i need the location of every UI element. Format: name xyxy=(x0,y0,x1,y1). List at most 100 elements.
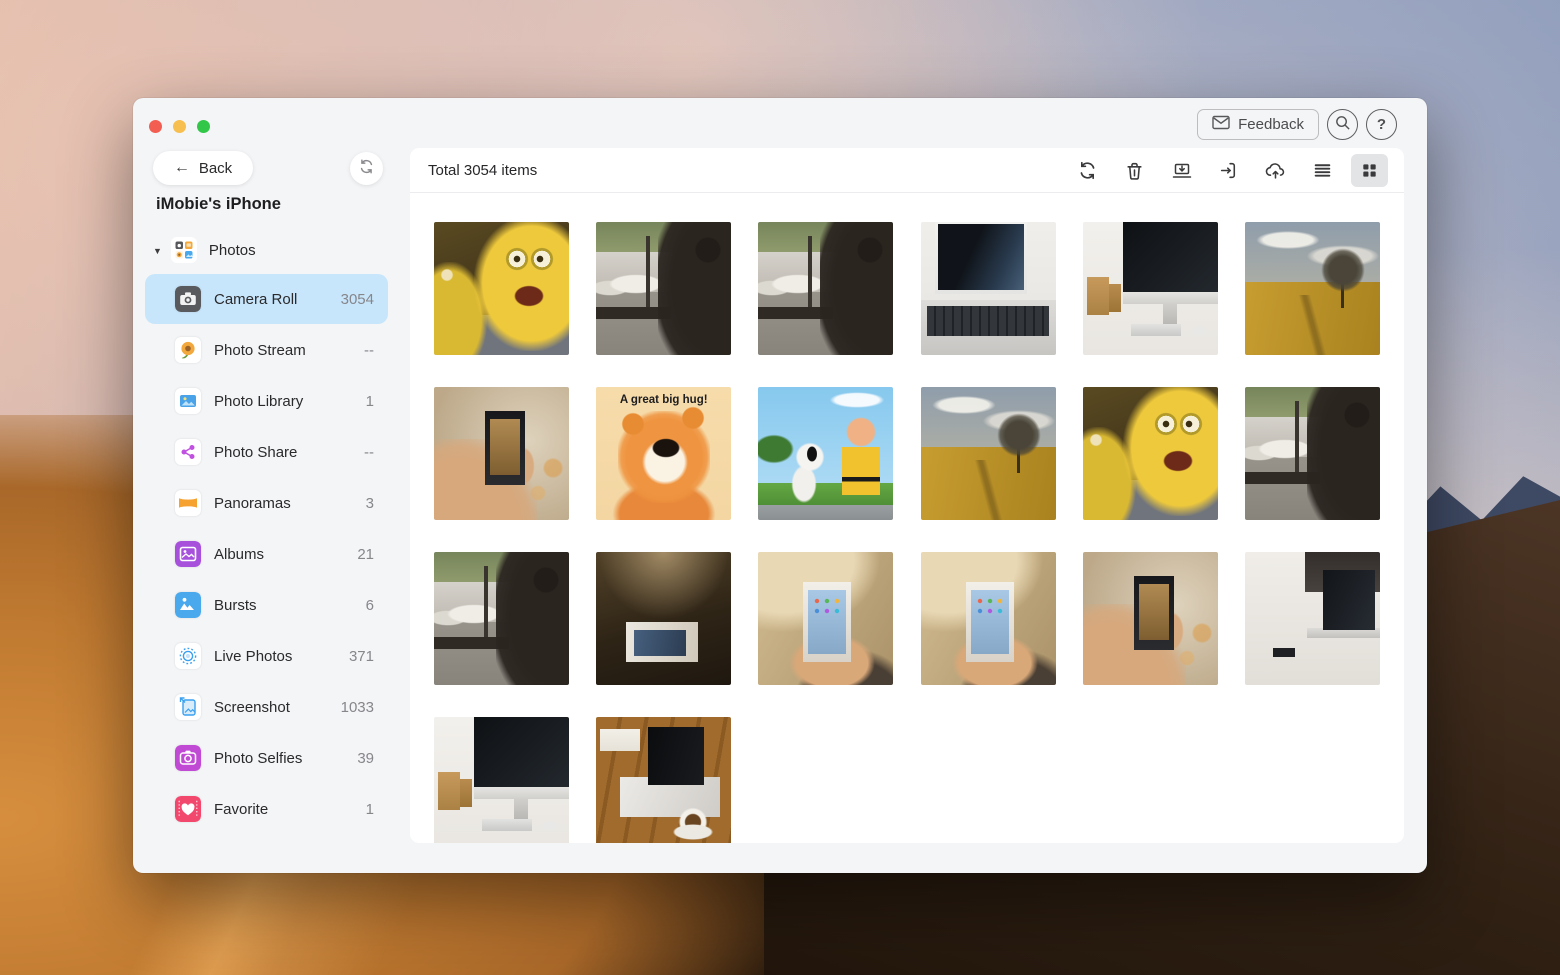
albums-icon xyxy=(175,541,201,567)
feedback-button[interactable]: Feedback xyxy=(1197,109,1319,140)
photo-stream-icon xyxy=(175,337,201,363)
woman-at-cafe-photo[interactable] xyxy=(434,552,569,685)
teddy-bear-card-photo[interactable]: A great big hug! xyxy=(596,387,731,520)
delete-button[interactable] xyxy=(1116,154,1153,187)
camera-roll-icon xyxy=(175,286,201,312)
iphone-home-screen-in-hand-photo[interactable] xyxy=(921,552,1056,685)
help-button[interactable]: ? xyxy=(1366,109,1397,140)
sidebar-item-panoramas[interactable]: Panoramas3 xyxy=(145,478,388,528)
grid-view-button[interactable] xyxy=(1351,154,1388,187)
device-name: iMobie's iPhone xyxy=(156,195,281,214)
sidebar-item-screenshot[interactable]: Screenshot 1033 xyxy=(145,682,388,732)
download-to-computer-icon xyxy=(1171,160,1193,181)
upload-to-cloud-icon xyxy=(1264,160,1287,181)
imac-on-desk-photo[interactable] xyxy=(1083,222,1218,355)
sidebar-item-photo-library[interactable]: Photo Library1 xyxy=(145,376,388,426)
snoopy-and-charlie-brown-photo[interactable] xyxy=(758,387,893,520)
sync-icon xyxy=(1077,160,1098,181)
search-icon xyxy=(1334,114,1351,135)
woman-at-cafe-photo[interactable] xyxy=(1245,387,1380,520)
macbook-laptop-photo[interactable] xyxy=(921,222,1056,355)
bursts-icon xyxy=(175,592,201,618)
sidebar-section-label: Photos xyxy=(209,242,256,259)
search-button[interactable] xyxy=(1327,109,1358,140)
macbook-on-white-desk-photo[interactable] xyxy=(1245,552,1380,685)
delete-icon xyxy=(1124,160,1145,181)
sidebar-item-list: Camera Roll 3054 Photo Stream -- Photo Libra… xyxy=(145,274,388,835)
sidebar-item-label: Photo Stream xyxy=(214,342,306,359)
content-header: Total 3054 items xyxy=(410,148,1404,193)
favorite-icon xyxy=(175,796,201,822)
sidebar-item-photo-share[interactable]: Photo Share -- xyxy=(145,427,388,477)
download-to-computer-button[interactable] xyxy=(1163,154,1200,187)
sidebar-item-count: 1033 xyxy=(341,699,374,716)
sidebar-item-label: Photo Share xyxy=(214,444,297,461)
sidebar-item-count: 371 xyxy=(349,648,374,665)
toolbar xyxy=(1069,154,1388,187)
panoramas-icon xyxy=(175,490,201,516)
minions-photo[interactable] xyxy=(434,222,569,355)
sidebar-section-photos[interactable]: Photos xyxy=(153,237,256,263)
sidebar-item-label: Live Photos xyxy=(214,648,292,665)
photo-selfies-icon xyxy=(175,745,201,771)
envelope-icon xyxy=(1212,115,1230,134)
sidebar: Back iMobie's iPhone xyxy=(133,98,410,873)
live-photos-icon xyxy=(175,643,201,669)
sidebar-item-albums[interactable]: Albums 21 xyxy=(145,529,388,579)
refresh-button[interactable] xyxy=(1069,154,1106,187)
tree-in-golden-field-photo[interactable] xyxy=(1245,222,1380,355)
sidebar-item-camera-roll[interactable]: Camera Roll 3054 xyxy=(145,274,388,324)
woman-at-cafe-photo[interactable] xyxy=(758,222,893,355)
sidebar-item-label: Favorite xyxy=(214,801,268,818)
iphone-home-screen-in-hand-photo[interactable] xyxy=(758,552,893,685)
disclosure-triangle-icon[interactable] xyxy=(153,241,162,259)
sidebar-item-count: 3054 xyxy=(341,291,374,308)
sidebar-item-label: Camera Roll xyxy=(214,291,297,308)
back-button[interactable]: Back xyxy=(153,151,253,185)
photos-category-icon xyxy=(171,237,197,263)
photo-library-icon xyxy=(175,388,201,414)
upload-to-cloud-button[interactable] xyxy=(1257,154,1294,187)
total-items-label: Total 3054 items xyxy=(428,162,537,179)
tree-in-golden-field-photo[interactable] xyxy=(921,387,1056,520)
photo-grid: A great big hug! xyxy=(410,193,1404,843)
back-label: Back xyxy=(199,160,232,177)
sync-icon xyxy=(358,158,375,180)
sidebar-item-bursts[interactable]: Bursts 6 xyxy=(145,580,388,630)
help-icon: ? xyxy=(1377,116,1386,133)
app-window: Feedback ? Back iMobie's iPh xyxy=(133,98,1427,873)
sidebar-refresh-button[interactable] xyxy=(350,152,383,185)
send-to-device-icon xyxy=(1218,160,1239,181)
back-arrow-icon xyxy=(174,159,190,177)
iphone-in-hand-mockup-photo[interactable] xyxy=(1083,552,1218,685)
sidebar-item-favorite[interactable]: Favorite1 xyxy=(145,784,388,834)
minions-photo[interactable] xyxy=(1083,387,1218,520)
feedback-label: Feedback xyxy=(1238,116,1304,133)
send-to-device-button[interactable] xyxy=(1210,154,1247,187)
woman-at-cafe-photo[interactable] xyxy=(596,222,731,355)
macbook-with-coffee-photo[interactable] xyxy=(596,717,731,843)
sidebar-item-count: 6 xyxy=(366,597,374,614)
photo-share-icon xyxy=(175,439,201,465)
sidebar-item-label: Photo Selfies xyxy=(214,750,302,767)
sidebar-item-count: 39 xyxy=(357,750,374,767)
sidebar-item-count: -- xyxy=(364,444,374,461)
sidebar-item-label: Bursts xyxy=(214,597,257,614)
sidebar-item-photo-stream[interactable]: Photo Stream -- xyxy=(145,325,388,375)
sidebar-item-live-photos[interactable]: Live Photos 371 xyxy=(145,631,388,681)
iphone-on-table-photo[interactable] xyxy=(596,552,731,685)
sidebar-item-label: Albums xyxy=(214,546,264,563)
sidebar-item-label: Screenshot xyxy=(214,699,290,716)
screenshot-icon xyxy=(175,694,201,720)
imac-on-desk-photo[interactable] xyxy=(434,717,569,843)
content-panel: Total 3054 items xyxy=(410,148,1404,843)
sidebar-item-label: Photo Library xyxy=(214,393,303,410)
sidebar-item-count: 3 xyxy=(366,495,374,512)
photo-caption: A great big hug! xyxy=(596,394,731,406)
sidebar-item-count: -- xyxy=(364,342,374,359)
sidebar-item-count: 21 xyxy=(357,546,374,563)
list-view-button[interactable] xyxy=(1304,154,1341,187)
sidebar-item-photo-selfies[interactable]: Photo Selfies 39 xyxy=(145,733,388,783)
iphone-in-hand-mockup-photo[interactable] xyxy=(434,387,569,520)
titlebar-actions: Feedback ? xyxy=(1197,109,1397,140)
